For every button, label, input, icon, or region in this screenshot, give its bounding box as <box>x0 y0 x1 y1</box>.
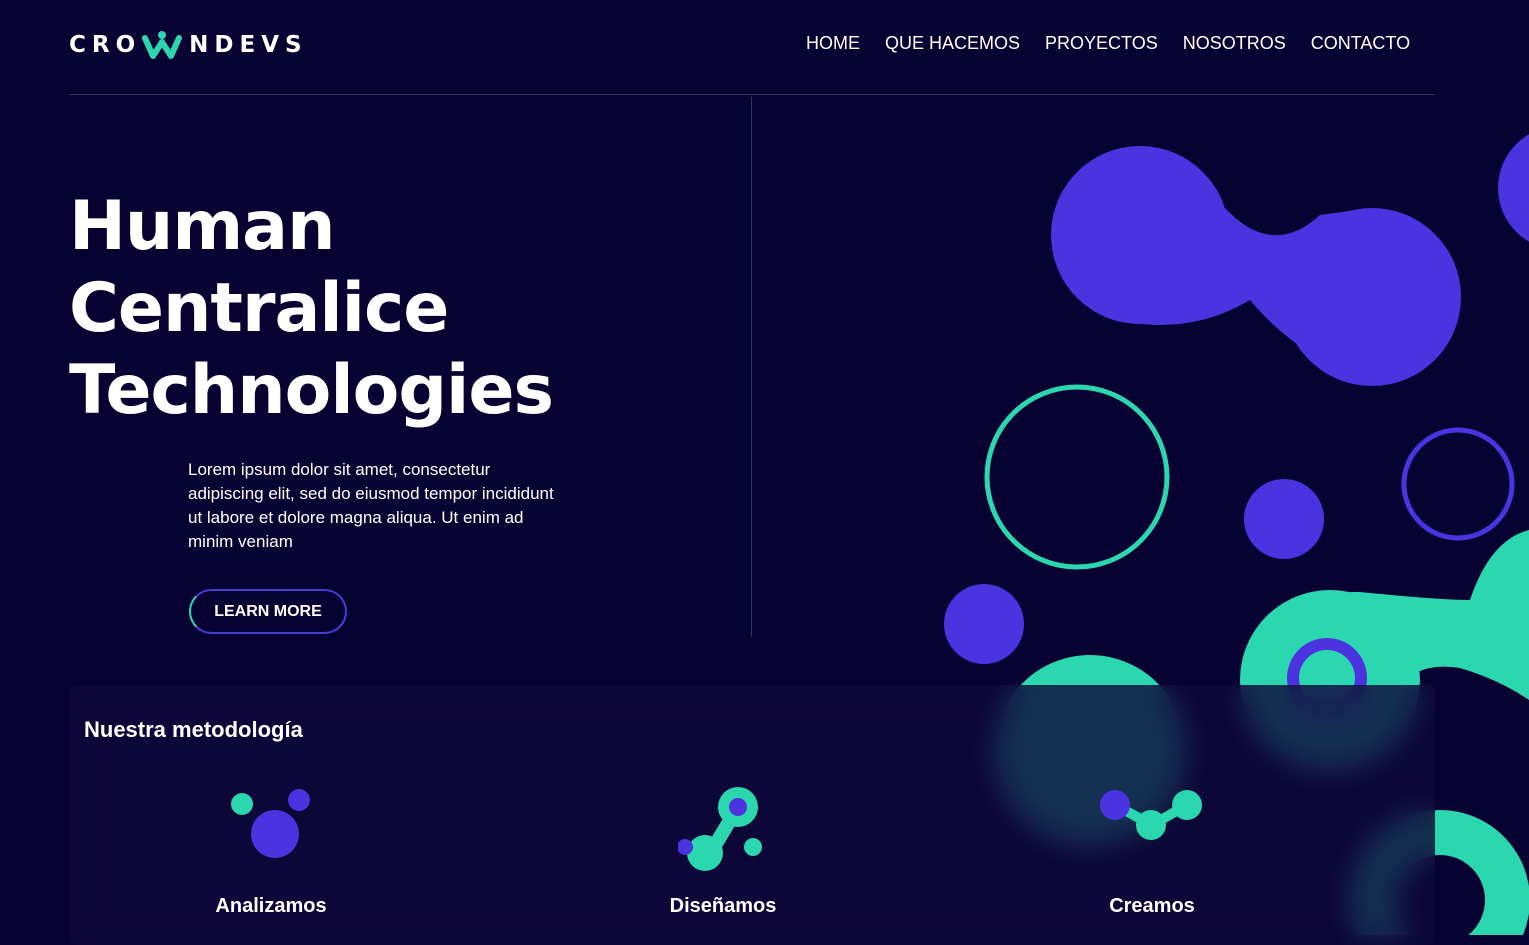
purple-ring-shape <box>1401 427 1515 541</box>
purple-dot-shape <box>1244 479 1324 559</box>
hero-title-line-2: Centralice <box>69 269 449 348</box>
nav-proyectos[interactable]: PROYECTOS <box>1045 33 1158 54</box>
step-analizamos: Analizamos <box>161 785 381 917</box>
methodology-title: Nuestra metodología <box>84 717 303 742</box>
brand-logo[interactable]: CRO NDEVS <box>69 30 308 60</box>
step-disenamos: Diseñamos <box>613 785 833 917</box>
step-label-disenamos: Diseñamos <box>669 895 777 917</box>
molecule-link-icon <box>1100 790 1202 840</box>
molecule-cluster-icon <box>231 789 310 858</box>
step-creamos: Creamos <box>1042 785 1262 917</box>
header-divider <box>69 94 1435 95</box>
nav-home[interactable]: HOME <box>806 33 860 54</box>
learn-more-button[interactable]: LEARN MORE <box>189 589 347 634</box>
hero-title: Human Centralice Technologies <box>69 186 554 432</box>
logo-text-left: CRO <box>69 32 142 58</box>
step-label-analizamos: Analizamos <box>215 895 327 917</box>
nav-contacto[interactable]: CONTACTO <box>1311 33 1410 54</box>
purple-blob-shape <box>1051 146 1461 386</box>
purple-edge-circle <box>1498 134 1529 242</box>
teal-ring-shape <box>984 384 1170 570</box>
methodology-panel: Nuestra metodología Analizamos Diseñamos… <box>69 685 1435 945</box>
main-nav: HOME QUE HACEMOS PROYECTOS NOSOTROS CONT… <box>806 33 1410 54</box>
step-label-creamos: Creamos <box>1109 895 1195 917</box>
hero-description: Lorem ipsum dolor sit amet, consectetur … <box>188 460 554 551</box>
logo-text-right: NDEVS <box>189 32 308 58</box>
hero-title-line-1: Human <box>69 187 335 266</box>
hero-title-line-3: Technologies <box>69 351 554 430</box>
hero-vertical-divider <box>751 97 752 637</box>
crown-w-icon <box>142 31 183 59</box>
purple-dot-shape-2 <box>944 584 1024 664</box>
nav-que-hacemos[interactable]: QUE HACEMOS <box>885 33 1020 54</box>
nav-nosotros[interactable]: NOSOTROS <box>1183 33 1286 54</box>
molecule-chain-icon <box>678 787 762 871</box>
